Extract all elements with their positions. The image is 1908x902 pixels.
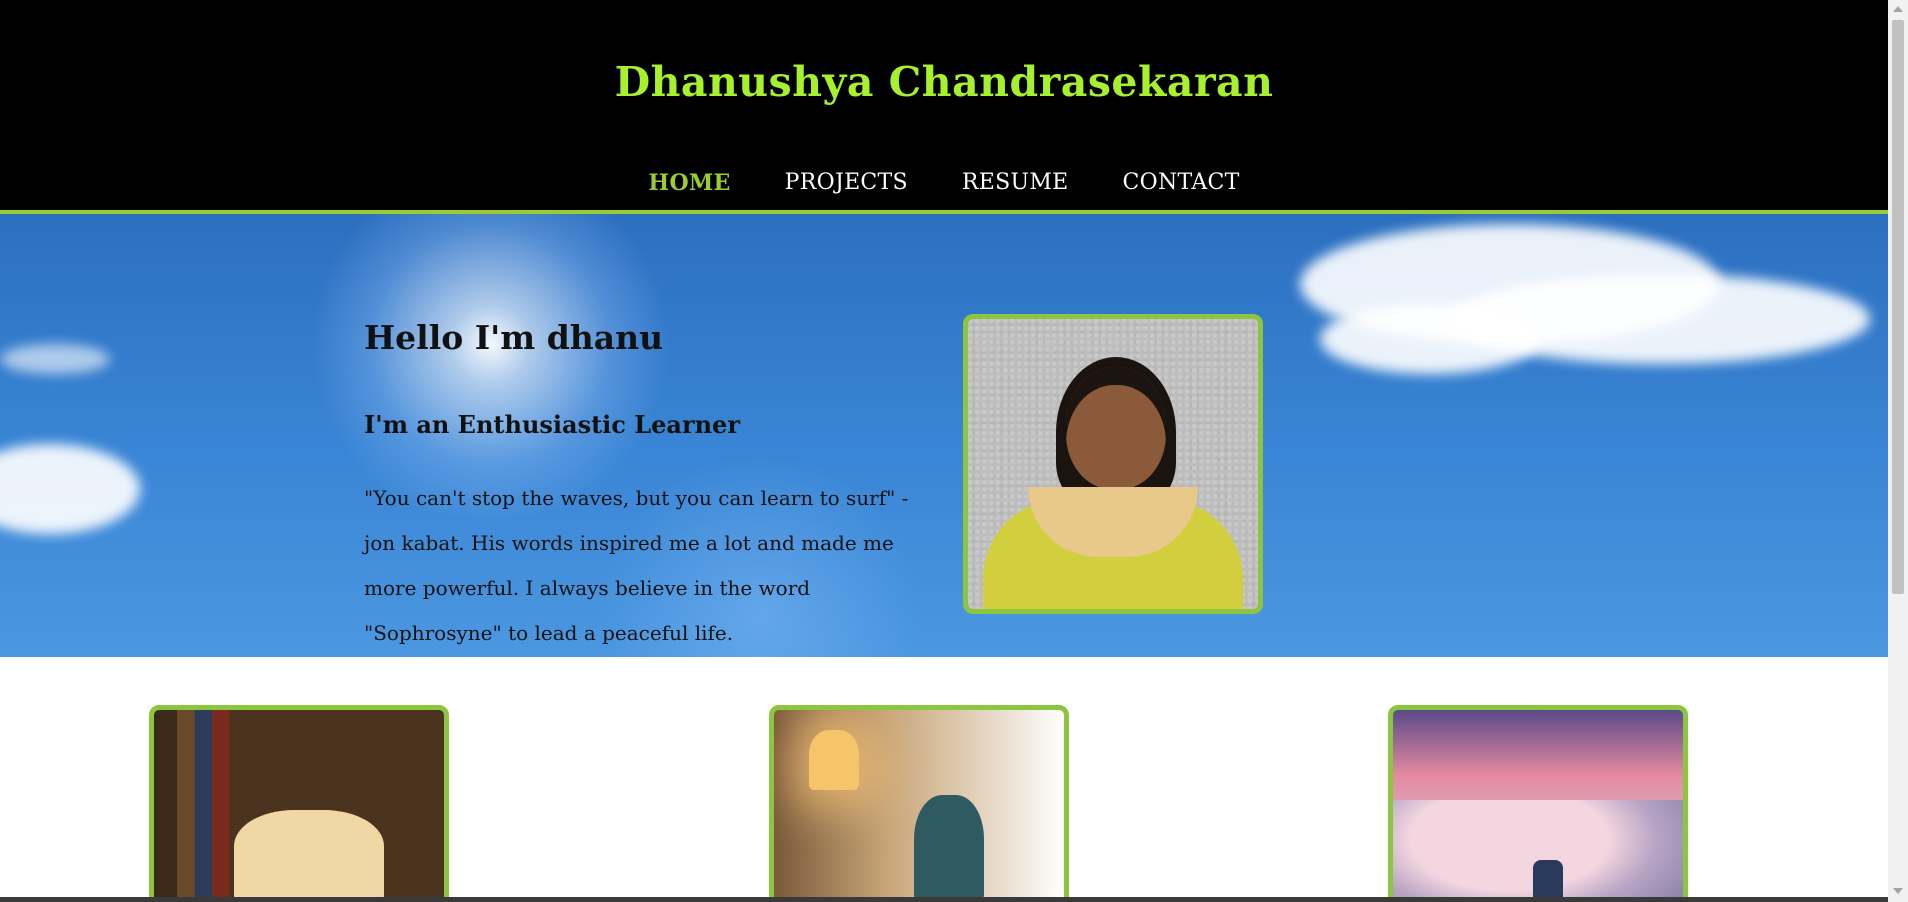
site-header: Dhanushya Chandrasekaran HOME PROJECTS R…	[0, 0, 1888, 214]
hero-greeting: Hello I'm dhanu	[364, 318, 664, 357]
nav-projects-link[interactable]: PROJECTS	[785, 170, 908, 196]
scroll-up-icon[interactable]	[1893, 6, 1903, 12]
hero-subtitle: I'm an Enthusiastic Learner	[364, 410, 740, 439]
main-nav: HOME PROJECTS RESUME CONTACT	[0, 170, 1888, 196]
card-study-image[interactable]	[769, 705, 1069, 902]
climber-shape	[1533, 860, 1563, 902]
hero-section: Hello I'm dhanu I'm an Enthusiastic Lear…	[0, 214, 1888, 657]
cloud-shape	[0, 444, 140, 534]
taskbar-edge	[0, 897, 1888, 902]
card-sky-image[interactable]	[1388, 705, 1688, 902]
scroll-down-icon[interactable]	[1893, 888, 1903, 894]
site-title: Dhanushya Chandrasekaran	[614, 58, 1274, 106]
vertical-scrollbar[interactable]	[1888, 0, 1908, 902]
page: Dhanushya Chandrasekaran HOME PROJECTS R…	[0, 0, 1908, 902]
nav-contact-link[interactable]: CONTACT	[1123, 170, 1240, 196]
person-studying-shape	[914, 795, 984, 902]
lamp-shape	[809, 730, 859, 790]
open-book-shape	[234, 810, 384, 900]
cloud-shape	[1320, 304, 1540, 374]
cloud-shape	[0, 344, 110, 374]
scroll-thumb[interactable]	[1892, 20, 1904, 594]
hero-quote: "You can't stop the waves, but you can l…	[364, 486, 909, 645]
profile-photo	[963, 314, 1263, 614]
nav-resume-link[interactable]: RESUME	[962, 170, 1069, 196]
photo-face-shape	[1066, 367, 1166, 489]
card-books-image[interactable]	[149, 705, 449, 902]
nav-home-link[interactable]: HOME	[648, 170, 730, 196]
